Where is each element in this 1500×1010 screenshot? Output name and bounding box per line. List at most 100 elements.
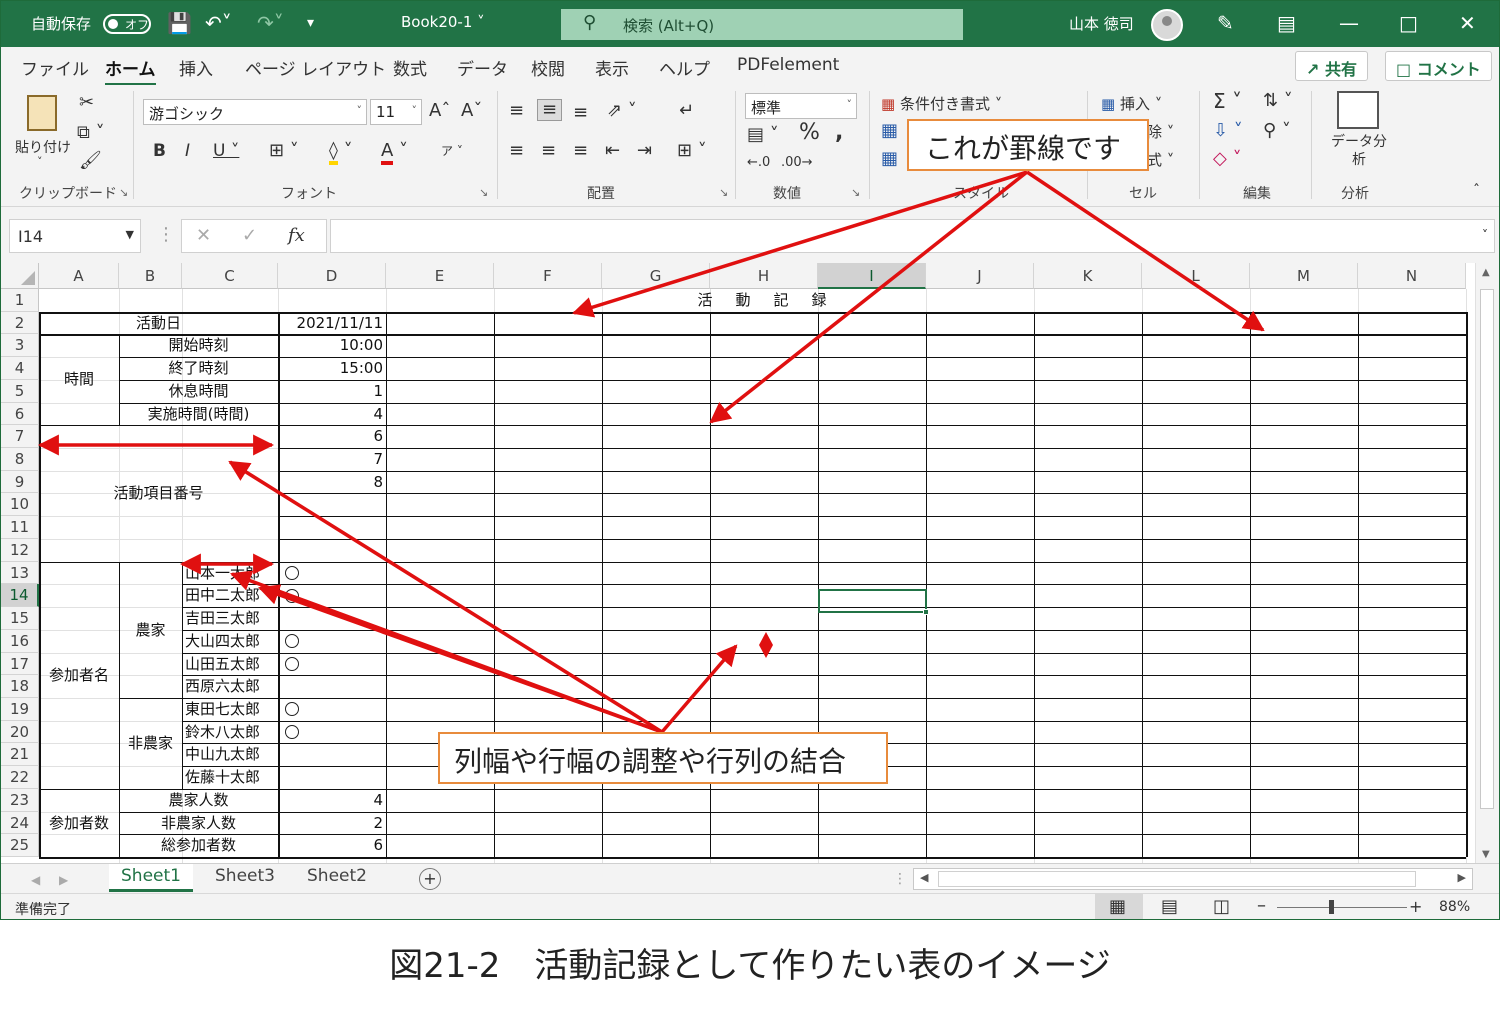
name-box[interactable]: I14 ▼ — [9, 219, 141, 253]
font-size-select[interactable]: 11 ˅ — [370, 99, 422, 125]
data-analysis-button[interactable]: データ分析 — [1331, 89, 1391, 175]
comma-style-icon[interactable]: , — [835, 122, 843, 144]
row-header-13[interactable]: 13 — [1, 561, 39, 585]
row-header-25[interactable]: 25 — [1, 834, 39, 857]
row-header-20[interactable]: 20 — [1, 720, 39, 744]
row-header-7[interactable]: 7 — [1, 425, 39, 449]
row-header-21[interactable]: 21 — [1, 743, 39, 767]
underline-icon[interactable]: U ˅ — [213, 141, 239, 161]
cut-icon[interactable]: ✂ — [79, 93, 94, 113]
column-header-h[interactable]: H — [710, 263, 818, 289]
borders-icon[interactable]: ⊞ ˅ — [269, 141, 299, 161]
tab-insert[interactable]: 挿入 — [179, 55, 213, 80]
column-header-l[interactable]: L — [1142, 263, 1250, 289]
alignment-launcher-icon[interactable]: ↘ — [719, 186, 728, 199]
sheet-tab-sheet3[interactable]: Sheet3 — [203, 864, 287, 892]
row-header-6[interactable]: 6 — [1, 402, 39, 426]
row-header-11[interactable]: 11 — [1, 516, 39, 539]
font-launcher-icon[interactable]: ↘ — [479, 186, 488, 199]
delete-cells-button[interactable]: 除 ˅ — [1147, 121, 1174, 142]
row-header-9[interactable]: 9 — [1, 470, 39, 494]
column-header-e[interactable]: E — [386, 263, 494, 289]
column-header-a[interactable]: A — [39, 263, 119, 289]
format-cells-button[interactable]: 式 ˅ — [1147, 149, 1174, 170]
column-header-b[interactable]: B — [119, 263, 182, 289]
column-header-d[interactable]: D — [278, 263, 386, 289]
column-header-c[interactable]: C — [182, 263, 278, 289]
fill-icon[interactable]: ⇩ ˅ — [1213, 121, 1243, 141]
zoom-slider-handle[interactable] — [1329, 900, 1334, 914]
copy-icon[interactable]: ⧉ ˅ — [77, 123, 105, 143]
font-color-icon[interactable]: A ˅ — [381, 140, 408, 165]
wrap-text-icon[interactable]: ↵ — [679, 101, 694, 121]
close-icon[interactable]: ✕ — [1459, 11, 1476, 35]
maximize-icon[interactable]: □ — [1399, 11, 1418, 35]
row-header-8[interactable]: 8 — [1, 448, 39, 471]
column-header-n[interactable]: N — [1358, 263, 1466, 289]
accounting-format-icon[interactable]: ▤ ˅ — [747, 125, 779, 145]
collapse-ribbon-icon[interactable]: ˆ — [1473, 181, 1480, 201]
font-name-select[interactable]: 游ゴシック ˅ — [143, 99, 367, 125]
tab-view[interactable]: 表示 — [595, 55, 629, 80]
row-header-23[interactable]: 23 — [1, 788, 39, 812]
row-header-16[interactable]: 16 — [1, 629, 39, 653]
cell-styles-icon[interactable]: ▦ — [881, 149, 898, 169]
align-top-icon[interactable]: ≡ — [509, 101, 524, 121]
clear-icon[interactable]: ◇ ˅ — [1213, 149, 1242, 169]
tab-formulas[interactable]: 数式 — [393, 55, 427, 80]
row-header-4[interactable]: 4 — [1, 357, 39, 380]
grow-font-icon[interactable]: Aˆ — [429, 101, 450, 121]
user-avatar[interactable] — [1151, 9, 1183, 41]
minimize-icon[interactable]: — — [1339, 11, 1359, 35]
row-header-12[interactable]: 12 — [1, 538, 39, 562]
zoom-in-icon[interactable]: + — [1409, 897, 1422, 917]
column-header-f[interactable]: F — [494, 263, 602, 289]
table-format-icon[interactable]: ▦ — [881, 121, 898, 141]
paste-button[interactable]: 貼り付け ˅ — [13, 91, 73, 171]
shrink-font-icon[interactable]: Aˇ — [461, 101, 482, 121]
column-header-i[interactable]: I — [818, 263, 926, 289]
fill-color-icon[interactable]: ◊ ˅ — [329, 140, 353, 165]
insert-cells-button[interactable]: ▦ 挿入 ˅ — [1101, 93, 1162, 114]
tab-splitter-icon[interactable]: ⋮ — [893, 869, 907, 889]
selected-cell[interactable] — [818, 589, 929, 615]
row-header-19[interactable]: 19 — [1, 697, 39, 721]
row-header-14[interactable]: 14 — [1, 584, 39, 608]
tab-pdfelement[interactable]: PDFelement — [737, 55, 839, 75]
row-header-15[interactable]: 15 — [1, 607, 39, 630]
ribbon-display-icon[interactable]: ▤ — [1277, 11, 1296, 35]
zoom-slider[interactable] — [1277, 907, 1407, 908]
page-layout-view-icon[interactable]: ▤ — [1161, 897, 1178, 917]
align-middle-icon[interactable]: ≡ — [537, 99, 563, 121]
orientation-icon[interactable]: ⇗ ˅ — [607, 101, 637, 121]
undo-icon[interactable]: ↶˅ — [205, 11, 232, 35]
confirm-entry-icon[interactable]: ✓ — [242, 226, 257, 246]
decrease-indent-icon[interactable]: ⇤ — [605, 141, 620, 161]
format-painter-icon[interactable]: 🖌 — [79, 151, 102, 171]
clipboard-launcher-icon[interactable]: ↘ — [119, 186, 128, 199]
next-sheet-icon[interactable]: ▶ — [59, 870, 68, 890]
column-header-j[interactable]: J — [926, 263, 1034, 289]
row-header-17[interactable]: 17 — [1, 652, 39, 676]
row-header-3[interactable]: 3 — [1, 334, 39, 358]
find-select-icon[interactable]: ⚲ ˅ — [1263, 121, 1291, 141]
comment-button[interactable]: □ コメント — [1385, 51, 1492, 81]
save-icon[interactable]: 💾 — [167, 11, 192, 35]
formula-input[interactable]: ˅ — [330, 219, 1495, 253]
row-header-1[interactable]: 1 — [1, 289, 39, 312]
column-header-k[interactable]: K — [1034, 263, 1142, 289]
zoom-out-icon[interactable]: – — [1257, 896, 1266, 916]
row-header-5[interactable]: 5 — [1, 379, 39, 403]
page-break-view-icon[interactable]: ◫ — [1213, 897, 1230, 917]
tab-help[interactable]: ヘルプ — [659, 55, 710, 80]
tab-home[interactable]: ホーム — [105, 55, 156, 86]
phonetic-icon[interactable]: ア ˅ — [441, 141, 463, 161]
italic-icon[interactable]: I — [185, 141, 190, 161]
scroll-right-icon[interactable]: ▶ — [1458, 871, 1466, 884]
tab-file[interactable]: ファイル — [21, 55, 89, 80]
column-header-m[interactable]: M — [1250, 263, 1358, 289]
row-header-18[interactable]: 18 — [1, 675, 39, 698]
horizontal-scrollbar[interactable]: ◀ ▶ — [913, 868, 1473, 890]
bold-icon[interactable]: B — [153, 141, 166, 161]
percent-icon[interactable]: % — [799, 122, 820, 144]
